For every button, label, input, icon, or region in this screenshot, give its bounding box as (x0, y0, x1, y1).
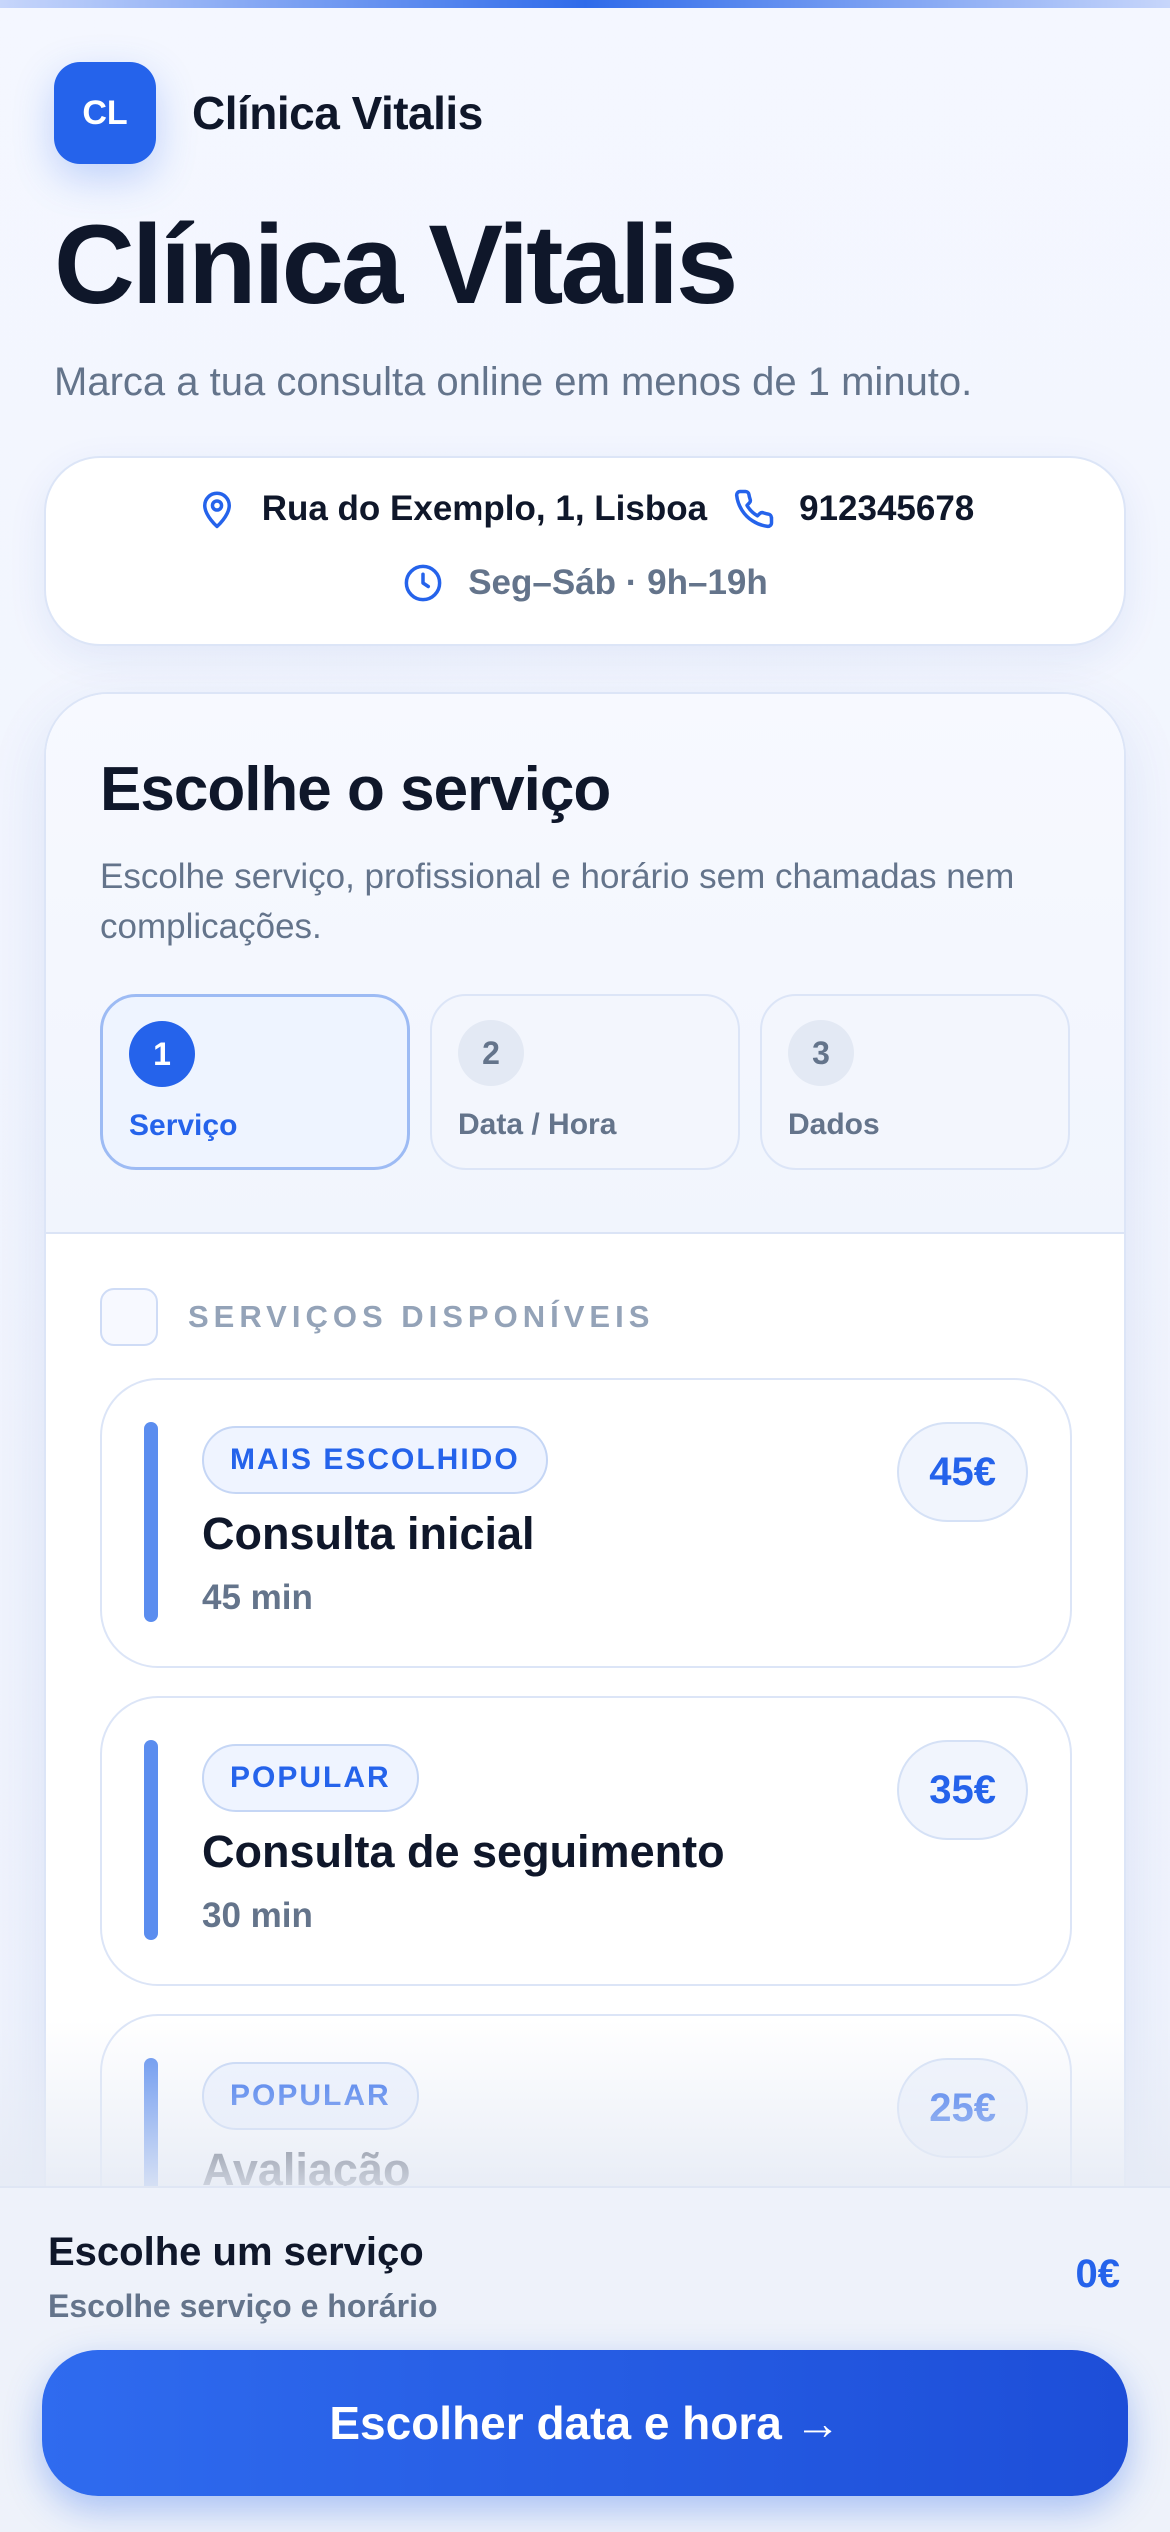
clock-icon (404, 564, 442, 602)
page-title: Clínica Vitalis (54, 202, 738, 327)
step-title: Escolhe o serviço (100, 755, 611, 824)
contact-info-card: Rua do Exemplo, 1, Lisboa 912345678 Seg–… (44, 456, 1126, 646)
phone-icon (735, 489, 774, 529)
step-number: 1 (129, 1021, 195, 1087)
step-number: 3 (788, 1020, 854, 1086)
step-tab-date-time[interactable]: 2 Data / Hora (430, 994, 740, 1170)
brand-name: Clínica Vitalis (192, 87, 483, 139)
phone-text: 912345678 (799, 489, 975, 528)
summary-bar: Escolhe um serviço Escolhe serviço e hor… (0, 2186, 1170, 2532)
step-tab-service[interactable]: 1 Serviço (100, 994, 410, 1170)
section-checkbox[interactable] (100, 1288, 158, 1346)
service-price: 35€ (897, 1740, 1028, 1840)
step-description: Escolhe serviço, profissional e horário … (100, 857, 1015, 946)
service-price: 45€ (897, 1422, 1028, 1522)
summary-total: 0€ (1075, 2252, 1121, 2296)
brand-header: CL Clínica Vitalis (54, 62, 483, 164)
brand-logo[interactable]: CL (54, 62, 156, 164)
top-accent-bar (0, 0, 1170, 8)
phone-item[interactable]: 912345678 (733, 488, 974, 530)
summary-subtitle: Escolhe serviço e horário (48, 2288, 438, 2324)
hours-item: Seg–Sáb · 9h–19h (402, 562, 768, 604)
step-tab-details[interactable]: 3 Dados (760, 994, 1070, 1170)
services-section-header: SERVIÇOS DISPONÍVEIS (100, 1288, 654, 1346)
step-label: Dados (788, 1108, 880, 1141)
service-duration: 45 min (202, 1578, 313, 1617)
location-pin-icon (202, 491, 231, 529)
step-label: Data / Hora (458, 1108, 617, 1141)
service-badge: POPULAR (202, 1744, 419, 1812)
step-tabs: 1 Serviço 2 Data / Hora 3 Dados (100, 994, 1070, 1170)
service-accent-bar (144, 1422, 158, 1622)
service-badge: MAIS ESCOLHIDO (202, 1426, 548, 1494)
summary-title: Escolhe um serviço (48, 2230, 424, 2274)
booking-card-header: Escolhe o serviço Escolhe serviço, profi… (46, 694, 1124, 1234)
step-number: 2 (458, 1020, 524, 1086)
choose-date-time-button[interactable]: Escolher data e hora → (42, 2350, 1128, 2496)
service-name: Consulta de seguimento (202, 1826, 725, 1877)
hours-text: Seg–Sáb · 9h–19h (468, 563, 768, 602)
service-price: 25€ (897, 2058, 1028, 2158)
service-badge: POPULAR (202, 2062, 419, 2130)
service-card[interactable]: MAIS ESCOLHIDO Consulta inicial 45 min 4… (100, 1378, 1072, 1668)
service-accent-bar (144, 1740, 158, 1940)
address-item[interactable]: Rua do Exemplo, 1, Lisboa (196, 488, 707, 530)
service-card[interactable]: POPULAR Consulta de seguimento 30 min 35… (100, 1696, 1072, 1986)
step-label: Serviço (129, 1109, 238, 1142)
page-subtitle: Marca a tua consulta online em menos de … (54, 360, 973, 404)
address-text: Rua do Exemplo, 1, Lisboa (261, 489, 708, 528)
section-label: SERVIÇOS DISPONÍVEIS (188, 1299, 655, 1334)
service-duration: 30 min (202, 1896, 313, 1935)
service-name: Consulta inicial (202, 1508, 535, 1559)
